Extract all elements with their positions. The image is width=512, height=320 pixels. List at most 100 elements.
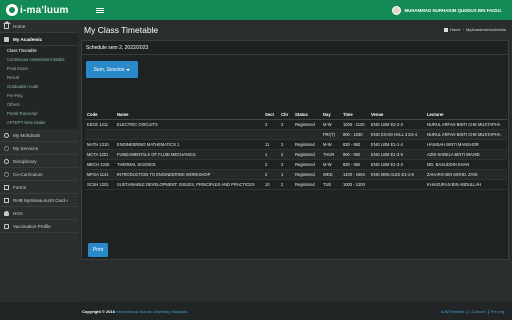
cell-sect: 2 — [263, 159, 279, 170]
sidebar-item-label: My Academic — [13, 36, 43, 42]
cell-chr: 2 — [279, 179, 293, 190]
sidebar-item-label: Co-Curriculum — [13, 171, 43, 177]
cell-sect: 11 — [263, 139, 279, 150]
table-header-row: Code Name Sect Chr Status Day Time Venue… — [85, 111, 507, 120]
cell-status: Registered — [293, 179, 321, 190]
col-code: Code — [85, 111, 115, 120]
academic-icon — [4, 36, 9, 42]
footer-separator: | — [466, 308, 468, 314]
cell-time: 1400 - 1650 — [341, 169, 369, 180]
sidebar-item-my-mohdsah[interactable]: My MohdSah — [0, 129, 78, 142]
cell-lecturer: NURUL ARFAH BINTI CHE MUSTAPHA — [425, 129, 507, 140]
brand[interactable]: i-ma'luum — [6, 3, 69, 17]
copyright-text: Copyright © 2016 — [82, 308, 115, 314]
panel-title: Schedule sem 2, 2022/2023 — [82, 41, 508, 55]
gear-icon — [4, 145, 9, 151]
submenu-final-exam[interactable]: Final Exam — [0, 64, 78, 73]
breadcrumb: Home › MyAcademic/schedule — [443, 27, 506, 32]
logo-icon — [6, 4, 18, 16]
footer-link-iium-website[interactable]: IIUM Website — [441, 309, 465, 314]
table-row: MECH 1340 THERMAL SCIENCE 2 3 Registered M-W 8… — [85, 159, 507, 170]
circle-icon — [4, 158, 9, 164]
cell-sect: 1 — [263, 149, 279, 160]
submenu-others[interactable]: Others — [0, 100, 78, 109]
footer-copyright: Copyright © 2016 International Islamic U… — [82, 309, 187, 314]
cell-time: 800 - 1030 — [341, 129, 369, 140]
footer-link-icvtoom[interactable]: i-Cvtoom — [470, 309, 486, 314]
cell-lecturer: NURUL ARFAH BINTI CHE MUSTAPHA — [425, 119, 507, 130]
breadcrumb-current: MyAcademic/schedule — [465, 27, 506, 32]
sidebar-item-label: Vaccination Profile — [13, 223, 51, 229]
submenu-pre-reg[interactable]: Pre-Reg — [0, 91, 78, 100]
sidebar-item-hoa[interactable]: HOA — [0, 207, 78, 220]
cell-code: MECH 1340 — [85, 159, 115, 170]
caret-down-icon — [126, 68, 131, 71]
sidebar-item-label: My Services — [13, 145, 39, 151]
col-chr: Chr — [279, 111, 293, 120]
submenu-continuous-assessment[interactable]: Continuous Assessment Marks — [0, 55, 78, 64]
sidebar-item-label: Forms — [13, 184, 27, 190]
sidebar-item-rhb-card[interactable]: RHB MySiswa-Iiu/IIt Card-i — [0, 194, 78, 207]
footer: Copyright © 2016 International Islamic U… — [78, 302, 512, 320]
sidebar-item-home[interactable]: Home — [0, 20, 78, 33]
cell-venue: ENG MINI AUDI E1-1-8 — [369, 169, 425, 180]
top-bar: i-ma'luum MUHAMMAD NURHAKIM QUDDUS BIN F… — [0, 0, 512, 20]
cell-lecturer: MD. BASUDDIN KHAN — [425, 159, 507, 170]
cell-chr: 3 — [279, 159, 293, 170]
cell-sect — [263, 129, 279, 140]
sidebar-item-co-curriculum[interactable]: Co-Curriculum — [0, 168, 78, 181]
table-row: FRI(T) 800 - 1030 ENG EXAM HALL 3 E3-4 NURU… — [85, 129, 507, 140]
cell-venue: ENG LBM E1-3-9 — [369, 149, 425, 160]
cell-name: ENGINEERING MATHEMATICS 1 — [115, 139, 263, 150]
sidebar-item-label: My MohdSah — [13, 132, 41, 138]
cell-status — [293, 129, 321, 140]
cell-code: EECE 1311 — [85, 119, 115, 130]
sidebar-item-forms[interactable]: Forms — [0, 181, 78, 194]
submenu-result[interactable]: Result — [0, 73, 78, 82]
sidebar-item-vaccination[interactable]: Vaccination Profile — [0, 220, 78, 233]
cell-venue — [369, 179, 425, 190]
cell-sect: 10 — [263, 179, 279, 190]
submenu-aptept[interactable]: APTEPT New Intake — [0, 118, 78, 127]
cell-chr: 3 — [279, 119, 293, 130]
sidebar-item-my-academic[interactable]: My Academic — [0, 33, 78, 46]
footer-separator: | — [487, 308, 489, 314]
sidebar-item-disciplinary[interactable]: Disciplinary — [0, 155, 78, 168]
cell-sect: 2 — [263, 169, 279, 180]
doc-icon — [4, 197, 9, 203]
brand-name: i-ma'luum — [20, 4, 69, 16]
session-dropdown-button[interactable]: Sem, Session — [86, 61, 138, 78]
breadcrumb-home[interactable]: Home — [450, 27, 461, 32]
col-time: Time — [341, 111, 369, 120]
cell-time: 1000 - 1200 — [341, 179, 369, 190]
col-name: Name — [115, 111, 263, 120]
col-day: Day — [321, 111, 341, 120]
timetable: Code Name Sect Chr Status Day Time Venue… — [85, 111, 507, 190]
circle-icon — [4, 132, 9, 138]
submenu-class-timetable[interactable]: Class Timetable — [0, 46, 78, 55]
sidebar-item-my-services[interactable]: My Services — [0, 142, 78, 155]
submenu-portal-transcript[interactable]: Portal Transcript — [0, 109, 78, 118]
col-venue: Venue — [369, 111, 425, 120]
doc-icon — [4, 184, 9, 190]
footer-org-link[interactable]: International Islamic University Malaysi… — [116, 309, 187, 314]
cell-venue: ENG LBM E1-3-3 — [369, 159, 425, 170]
user-menu[interactable]: MUHAMMAD NURHAKIM QUDDUS BIN FAIZUL — [392, 4, 502, 16]
cell-status: Registered — [293, 169, 321, 180]
user-name: MUHAMMAD NURHAKIM QUDDUS BIN FAIZUL — [404, 7, 502, 13]
page-header: My Class Timetable Home › MyAcademic/sch… — [78, 20, 512, 39]
home-icon — [3, 20, 11, 29]
people-icon — [4, 210, 9, 216]
submenu-graduation-audit[interactable]: Graduation Audit — [0, 82, 78, 91]
footer-link-pre-reg[interactable]: Pre-reg — [491, 309, 504, 314]
print-button[interactable]: Print — [88, 243, 108, 257]
cell-chr: 2 — [279, 149, 293, 160]
footer-links: IIUM Website | i-Cvtoom | Pre-reg — [441, 309, 504, 314]
cell-status: Registered — [293, 139, 321, 150]
col-status: Status — [293, 111, 321, 120]
cell-time: 830 - 950 — [341, 159, 369, 170]
sidebar: Home My Academic Class Timetable Continu… — [0, 20, 78, 302]
cell-code: MFGA 1141 — [85, 169, 115, 180]
cell-code: MATH 1310 — [85, 139, 115, 150]
menu-toggle-icon[interactable] — [96, 5, 104, 15]
